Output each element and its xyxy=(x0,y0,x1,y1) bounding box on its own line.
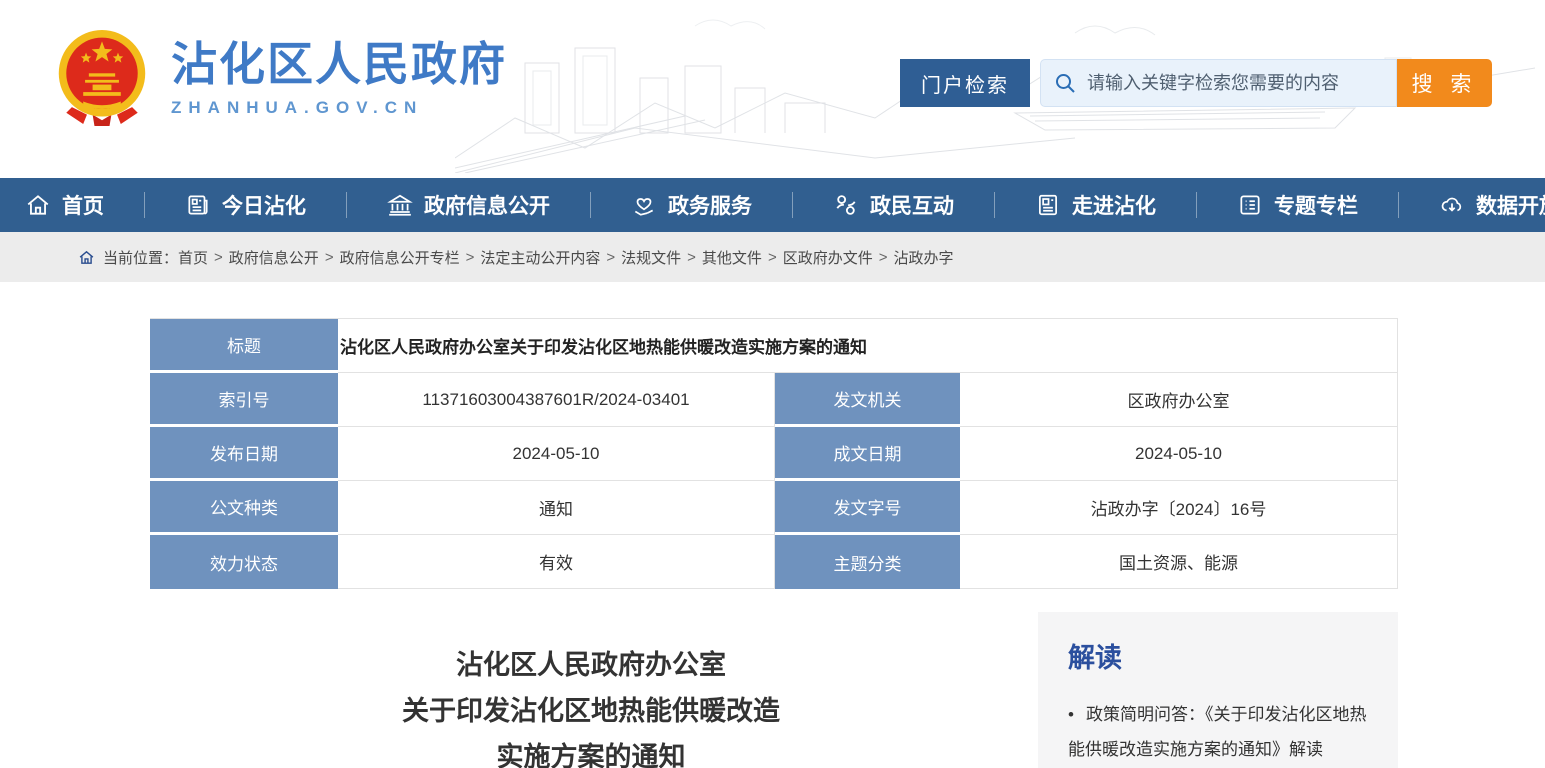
meta-label-issuing-agency: 发文机关 xyxy=(775,373,960,427)
meta-label-index-number: 索引号 xyxy=(150,373,338,427)
search-button[interactable]: 搜 索 xyxy=(1397,59,1492,107)
search-box xyxy=(1040,59,1397,107)
bullet-icon: • xyxy=(1068,705,1074,724)
meta-value-topic-category: 国土资源、能源 xyxy=(960,535,1398,589)
news-icon xyxy=(185,192,211,218)
nav-item-special-topics[interactable]: 专题专栏 xyxy=(1237,190,1358,220)
breadcrumb-item-other-files[interactable]: 其他文件 xyxy=(702,247,762,268)
breadcrumb-item-gov-info-column[interactable]: 政府信息公开专栏 xyxy=(340,247,460,268)
meta-label-topic-category: 主题分类 xyxy=(775,535,960,589)
document-title: 沾化区人民政府办公室 关于印发沾化区地热能供暖改造 实施方案的通知 xyxy=(150,642,1032,768)
meta-value-validity-status: 有效 xyxy=(338,535,775,589)
bank-icon xyxy=(387,192,413,218)
nav-label: 首页 xyxy=(62,190,104,220)
nav-label: 专题专栏 xyxy=(1274,190,1358,220)
site-domain: ZHANHUA.GOV.CN xyxy=(171,98,507,118)
document-title-line3: 实施方案的通知 xyxy=(150,734,1032,768)
meta-value-title: 沾化区人民政府办公室关于印发沾化区地热能供暖改造实施方案的通知 xyxy=(338,319,1398,373)
document-meta-table: 标题 沾化区人民政府办公室关于印发沾化区地热能供暖改造实施方案的通知 索引号 1… xyxy=(150,318,1398,589)
nav-item-gov-services[interactable]: 政务服务 xyxy=(631,190,752,220)
breadcrumb-item-regulations[interactable]: 法规文件 xyxy=(621,247,681,268)
breadcrumb-separator: > xyxy=(606,249,615,266)
search-input[interactable] xyxy=(1087,73,1384,94)
nav-separator xyxy=(1196,192,1197,218)
nav-label: 政民互动 xyxy=(870,190,954,220)
nav-separator xyxy=(994,192,995,218)
main-nav: 首页 今日沾化 政府信息公开 政务服务 xyxy=(0,178,1545,232)
nav-separator xyxy=(346,192,347,218)
document-title-line2: 关于印发沾化区地热能供暖改造 xyxy=(150,688,1032,734)
site-header: 沾化区人民政府 ZHANHUA.GOV.CN 门户检索 搜 索 xyxy=(0,0,1545,178)
nav-label: 数据开放 xyxy=(1476,190,1545,220)
nav-separator xyxy=(144,192,145,218)
nav-label: 政务服务 xyxy=(668,190,752,220)
breadcrumb-separator: > xyxy=(687,249,696,266)
meta-value-document-type: 通知 xyxy=(338,481,775,535)
topic-list-icon xyxy=(1237,192,1263,218)
search-icon xyxy=(1053,71,1077,95)
interaction-icon xyxy=(833,192,859,218)
nav-label: 政府信息公开 xyxy=(424,190,550,220)
document-icon xyxy=(1035,192,1061,218)
meta-label-document-number: 发文字号 xyxy=(775,481,960,535)
interpretation-panel: 解读 •政策简明问答：《关于印发沾化区地热能供暖改造实施方案的通知》解读 xyxy=(1038,612,1398,768)
meta-value-index-number: 11371603004387601R/2024-03401 xyxy=(338,373,775,427)
meta-label-publish-date: 发布日期 xyxy=(150,427,338,481)
nav-item-about-zhanhua[interactable]: 走进沾化 xyxy=(1035,190,1156,220)
meta-label-document-type: 公文种类 xyxy=(150,481,338,535)
nav-separator xyxy=(792,192,793,218)
breadcrumb-item-gov-info[interactable]: 政府信息公开 xyxy=(229,247,319,268)
nav-separator xyxy=(1398,192,1399,218)
breadcrumb-item-zhanzhengbanzi[interactable]: 沾政办字 xyxy=(893,247,953,268)
service-heart-icon xyxy=(631,192,657,218)
meta-value-publish-date: 2024-05-10 xyxy=(338,427,775,481)
breadcrumb: 当前位置： 首页 > 政府信息公开 > 政府信息公开专栏 > 法定主动公开内容 … xyxy=(0,232,1545,282)
nav-item-gov-info[interactable]: 政府信息公开 xyxy=(387,190,550,220)
main-content: 标题 沾化区人民政府办公室关于印发沾化区地热能供暖改造实施方案的通知 索引号 1… xyxy=(0,282,1545,768)
document-title-line1: 沾化区人民政府办公室 xyxy=(150,642,1032,688)
breadcrumb-separator: > xyxy=(768,249,777,266)
cloud-download-icon xyxy=(1439,192,1465,218)
nav-separator xyxy=(590,192,591,218)
nav-item-open-data[interactable]: 数据开放 xyxy=(1439,190,1545,220)
home-icon xyxy=(25,192,51,218)
interpretation-heading: 解读 xyxy=(1068,636,1368,675)
breadcrumb-separator: > xyxy=(214,249,223,266)
interpretation-link[interactable]: •政策简明问答：《关于印发沾化区地热能供暖改造实施方案的通知》解读 xyxy=(1068,697,1368,767)
site-titles: 沾化区人民政府 ZHANHUA.GOV.CN xyxy=(171,38,507,118)
meta-value-written-date: 2024-05-10 xyxy=(960,427,1398,481)
breadcrumb-item-district-office-files[interactable]: 区政府办文件 xyxy=(783,247,873,268)
meta-label-written-date: 成文日期 xyxy=(775,427,960,481)
breadcrumb-separator: > xyxy=(325,249,334,266)
home-small-icon xyxy=(78,249,95,266)
nav-item-public-interaction[interactable]: 政民互动 xyxy=(833,190,954,220)
site-logo[interactable]: 沾化区人民政府 ZHANHUA.GOV.CN xyxy=(55,28,507,128)
nav-item-home[interactable]: 首页 xyxy=(25,190,104,220)
breadcrumb-item-home[interactable]: 首页 xyxy=(178,247,208,268)
breadcrumb-separator: > xyxy=(466,249,475,266)
portal-search-button[interactable]: 门户检索 xyxy=(900,59,1030,107)
meta-label-validity-status: 效力状态 xyxy=(150,535,338,589)
meta-value-issuing-agency: 区政府办公室 xyxy=(960,373,1398,427)
breadcrumb-separator: > xyxy=(879,249,888,266)
nav-label: 今日沾化 xyxy=(222,190,306,220)
breadcrumb-item-statutory-disclosure[interactable]: 法定主动公开内容 xyxy=(480,247,600,268)
national-emblem-icon xyxy=(55,28,149,128)
interpretation-link-text: 政策简明问答：《关于印发沾化区地热能供暖改造实施方案的通知》解读 xyxy=(1068,705,1366,759)
nav-label: 走进沾化 xyxy=(1072,190,1156,220)
nav-item-today-zhanhua[interactable]: 今日沾化 xyxy=(185,190,306,220)
site-name: 沾化区人民政府 xyxy=(171,38,507,90)
breadcrumb-prefix: 当前位置： xyxy=(103,247,178,268)
meta-value-document-number: 沾政办字〔2024〕16号 xyxy=(960,481,1398,535)
meta-label-title: 标题 xyxy=(150,319,338,373)
